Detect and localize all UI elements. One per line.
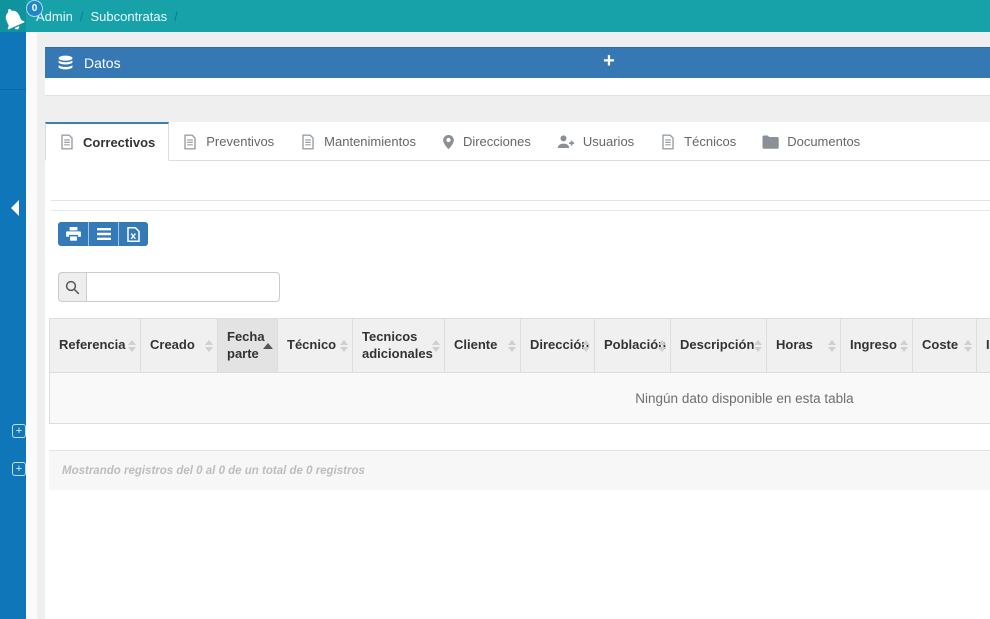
table-search [58, 272, 280, 302]
column-header-8[interactable]: Población [594, 318, 671, 373]
document-icon [59, 134, 75, 150]
tab-strip: Correctivos Preventivos Mantenimientos D… [45, 122, 990, 161]
sort-icon [900, 339, 908, 352]
table-info-bar: Mostrando registros del 0 al 0 de un tot… [49, 450, 990, 490]
breadcrumb-separator: / [174, 8, 178, 24]
tab-documentos[interactable]: Documentos [749, 122, 873, 161]
document-icon [660, 134, 676, 150]
column-header-5[interactable]: Tecnicos adicionales [352, 318, 445, 373]
document-icon [300, 134, 316, 150]
divider-line [51, 210, 990, 211]
search-input[interactable] [86, 272, 280, 302]
list-icon [96, 228, 111, 240]
sidebar [0, 32, 26, 619]
sort-icon [754, 339, 762, 352]
print-button[interactable] [58, 222, 88, 246]
sort-asc-icon [263, 342, 273, 349]
sort-icon [263, 342, 273, 349]
records-info-text: Mostrando registros del 0 al 0 de un tot… [62, 464, 365, 477]
folder-icon [762, 135, 779, 149]
main-panel: Correctivos Preventivos Mantenimientos D… [45, 122, 990, 619]
tab-mantenimientos[interactable]: Mantenimientos [287, 122, 429, 161]
search-icon [65, 280, 80, 295]
sidebar-divider [0, 89, 26, 90]
notifications-bell[interactable]: 0 [0, 0, 46, 34]
search-addon [58, 272, 86, 302]
sidebar-collapse-handle[interactable] [11, 200, 19, 216]
data-table: Referencia Creado Fecha parte Técnico Te… [49, 318, 990, 424]
column-header-12[interactable]: Coste [912, 318, 977, 373]
column-header-1[interactable]: Referencia [49, 318, 141, 373]
sort-icon [205, 339, 213, 352]
document-icon [182, 134, 198, 150]
breadcrumb-separator: / [79, 8, 84, 24]
divider-line [51, 200, 990, 201]
breadcrumb-link[interactable]: Subcontratas [90, 9, 167, 24]
tab-usuarios[interactable]: Usuarios [544, 122, 647, 161]
sort-icon [340, 339, 348, 352]
sort-icon [828, 339, 836, 352]
column-header-9[interactable]: Descripción [670, 318, 767, 373]
table-toolbar [58, 222, 148, 246]
table-empty-row: Ningún dato disponible en esta tabla [49, 372, 990, 424]
sort-icon [964, 339, 972, 352]
panel-title: Datos [84, 55, 121, 71]
data-table-wrapper: Referencia Creado Fecha parte Técnico Te… [49, 318, 990, 424]
table-header-row: Referencia Creado Fecha parte Técnico Te… [49, 318, 990, 373]
tab-preventivos[interactable]: Preventivos [169, 122, 287, 161]
plus-square-icon[interactable] [12, 424, 26, 438]
column-header-4[interactable]: Técnico [277, 318, 353, 373]
column-header-3[interactable]: Fecha parte [217, 318, 278, 373]
column-header-2[interactable]: Creado [140, 318, 218, 373]
user-plus-icon [557, 134, 575, 149]
breadcrumb: Admin / Subcontratas / [36, 9, 185, 24]
plus-square-icon[interactable] [12, 462, 26, 476]
sort-icon [582, 339, 590, 352]
add-button[interactable]: + [598, 50, 620, 76]
datos-panel-header[interactable]: Datos + [45, 47, 990, 78]
map-pin-icon [442, 134, 455, 150]
column-header-11[interactable]: Ingreso [840, 318, 913, 373]
column-list-button[interactable] [88, 222, 118, 246]
database-icon [57, 55, 74, 72]
column-header-6[interactable]: Cliente [444, 318, 521, 373]
column-header-7[interactable]: Dirección [520, 318, 595, 373]
excel-file-icon [127, 226, 140, 242]
tab-tecnicos[interactable]: Técnicos [647, 122, 749, 161]
tab-correctivos[interactable]: Correctivos [45, 122, 170, 161]
sort-icon [658, 339, 666, 352]
sort-icon [432, 339, 440, 352]
sort-icon [128, 339, 136, 352]
tab-direcciones[interactable]: Direcciones [429, 122, 544, 161]
notification-count-badge: 0 [26, 0, 43, 17]
column-header-10[interactable]: Horas [766, 318, 841, 373]
column-header-13[interactable]: I [976, 318, 990, 373]
export-excel-button[interactable] [118, 222, 148, 246]
datos-panel-body [45, 78, 990, 96]
sidebar-gutter [26, 32, 37, 619]
top-bar: Admin / Subcontratas / [0, 0, 990, 32]
printer-icon [65, 227, 81, 241]
empty-table-message: Ningún dato disponible en esta tabla [49, 372, 990, 424]
sort-icon [508, 339, 516, 352]
